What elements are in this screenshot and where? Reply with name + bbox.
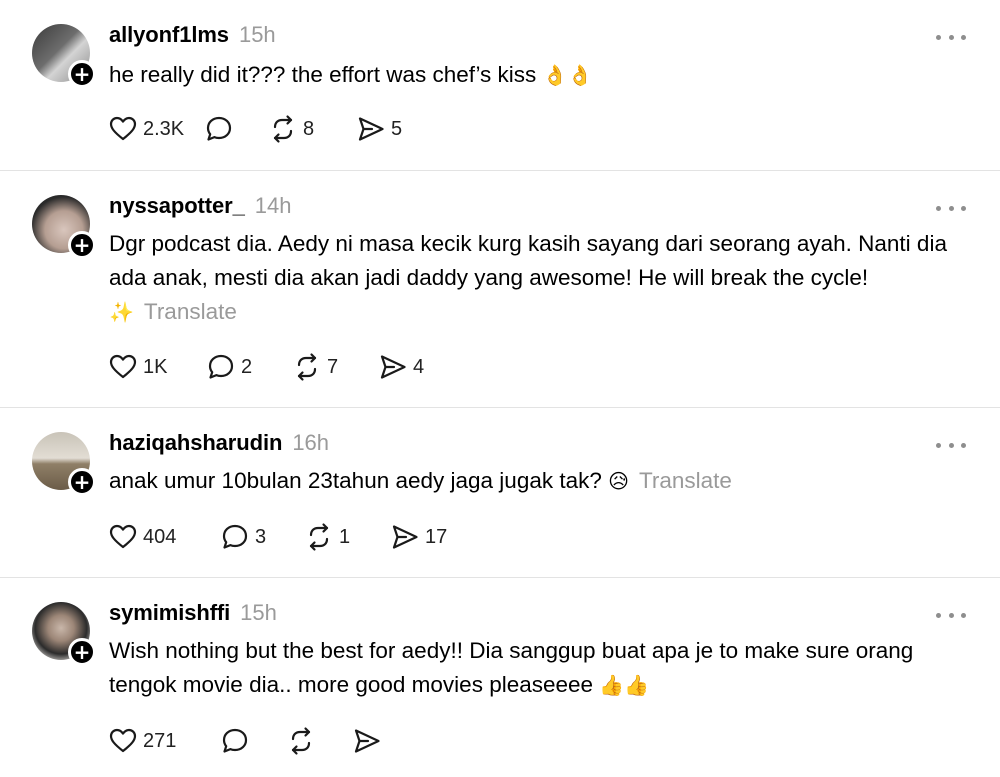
like-count: 404 xyxy=(143,525,177,548)
comment-icon xyxy=(208,354,234,379)
comment-body: Dgr podcast dia. Aedy ni masa kecik kurg… xyxy=(109,231,947,290)
like-button[interactable]: 1K xyxy=(108,352,206,382)
post-header: haziqahsharudin 16h xyxy=(109,430,329,460)
more-options-icon[interactable] xyxy=(936,440,966,450)
comment-body: he really did it??? the effort was chef’… xyxy=(109,62,543,87)
comment-icon xyxy=(222,524,248,549)
more-options-icon[interactable] xyxy=(936,203,966,213)
comment-body: anak umur 10bulan 23tahun aedy jaga juga… xyxy=(109,468,609,493)
avatar[interactable]: + xyxy=(32,24,96,88)
comment-post: + symimishffi 15h Wish nothing but the b… xyxy=(0,578,1000,777)
avatar[interactable]: + xyxy=(32,602,96,666)
heart-icon xyxy=(109,116,137,141)
threads-comment-feed: + allyonf1lms 15h he really did it??? th… xyxy=(0,0,1000,777)
share-count: 4 xyxy=(413,355,425,378)
heart-icon xyxy=(109,728,137,753)
timestamp: 16h xyxy=(292,430,330,455)
avatar[interactable]: + xyxy=(32,432,96,496)
username[interactable]: haziqahsharudin xyxy=(109,430,282,456)
comment-body: Wish nothing but the best for aedy!! Dia… xyxy=(109,638,914,697)
like-count: 2.3K xyxy=(143,117,185,140)
share-count: 5 xyxy=(391,117,403,140)
reply-button[interactable] xyxy=(220,726,286,756)
post-header: nyssapotter_ 14h xyxy=(109,193,291,223)
repost-icon xyxy=(309,523,329,551)
username[interactable]: allyonf1lms xyxy=(109,22,229,48)
repost-icon xyxy=(297,353,317,381)
more-options-icon[interactable] xyxy=(936,610,966,620)
comment-text: Dgr podcast dia. Aedy ni masa kecik kurg… xyxy=(109,227,969,329)
follow-plus-icon[interactable]: + xyxy=(68,468,96,496)
comment-post: + nyssapotter_ 14h Dgr podcast dia. Aedy… xyxy=(0,171,1000,408)
like-button[interactable]: 2.3K xyxy=(108,114,204,144)
like-button[interactable]: 404 xyxy=(108,522,220,552)
post-header: allyonf1lms 15h xyxy=(109,22,276,52)
reply-button[interactable]: 2 xyxy=(206,352,292,382)
follow-plus-icon[interactable]: + xyxy=(68,231,96,259)
share-count: 17 xyxy=(425,525,448,548)
send-icon xyxy=(392,525,418,549)
repost-button[interactable]: 7 xyxy=(292,352,378,382)
reply-button[interactable] xyxy=(204,114,268,144)
repost-count: 7 xyxy=(327,355,339,378)
repost-button[interactable]: 1 xyxy=(304,522,390,552)
comment-post: + haziqahsharudin 16h anak umur 10bulan … xyxy=(0,408,1000,578)
like-count: 1K xyxy=(143,355,168,378)
more-options-icon[interactable] xyxy=(936,32,966,42)
heart-icon xyxy=(109,524,137,549)
share-button[interactable] xyxy=(352,726,392,756)
repost-button[interactable]: 8 xyxy=(268,114,356,144)
thumbs-up-emoji: 👍👍 xyxy=(599,673,650,697)
send-icon xyxy=(380,355,406,379)
timestamp: 15h xyxy=(238,22,276,47)
send-icon xyxy=(354,729,380,753)
translate-link[interactable]: Translate xyxy=(144,299,237,324)
follow-plus-icon[interactable]: + xyxy=(68,60,96,88)
send-icon xyxy=(358,117,384,141)
translate-link[interactable]: Translate xyxy=(639,468,732,493)
sad-face-emoji: 😥 xyxy=(608,469,629,493)
comment-icon xyxy=(206,116,232,141)
timestamp: 15h xyxy=(240,600,277,625)
action-bar: 1K 2 7 4 xyxy=(108,352,438,382)
repost-icon xyxy=(273,115,293,143)
action-bar: 404 3 1 17 xyxy=(108,522,460,552)
reply-count: 3 xyxy=(255,525,267,548)
comment-icon xyxy=(222,728,248,753)
comment-text: Wish nothing but the best for aedy!! Dia… xyxy=(109,634,969,702)
action-bar: 2.3K 8 5 xyxy=(108,114,416,144)
like-count: 271 xyxy=(143,729,177,752)
repost-count: 1 xyxy=(339,525,351,548)
comment-text: he really did it??? the effort was chef’… xyxy=(109,58,969,92)
sparkles-emoji: ✨ xyxy=(109,300,134,324)
reply-count: 2 xyxy=(241,355,253,378)
repost-button[interactable] xyxy=(286,726,352,756)
share-button[interactable]: 5 xyxy=(356,114,416,144)
follow-plus-icon[interactable]: + xyxy=(68,638,96,666)
like-button[interactable]: 271 xyxy=(108,726,220,756)
comment-emoji: 👌👌 xyxy=(542,63,593,87)
timestamp: 14h xyxy=(254,193,292,218)
username[interactable]: nyssapotter_ xyxy=(109,193,245,219)
heart-icon xyxy=(109,354,137,379)
share-button[interactable]: 17 xyxy=(390,522,460,552)
share-button[interactable]: 4 xyxy=(378,352,438,382)
reply-button[interactable]: 3 xyxy=(220,522,304,552)
repost-count: 8 xyxy=(303,117,315,140)
avatar[interactable]: + xyxy=(32,195,96,259)
repost-icon xyxy=(291,727,311,755)
action-bar: 271 xyxy=(108,726,392,756)
post-header: symimishffi 15h xyxy=(109,600,277,630)
username[interactable]: symimishffi xyxy=(109,600,230,626)
comment-post: + allyonf1lms 15h he really did it??? th… xyxy=(0,0,1000,171)
comment-text: anak umur 10bulan 23tahun aedy jaga juga… xyxy=(109,464,969,498)
